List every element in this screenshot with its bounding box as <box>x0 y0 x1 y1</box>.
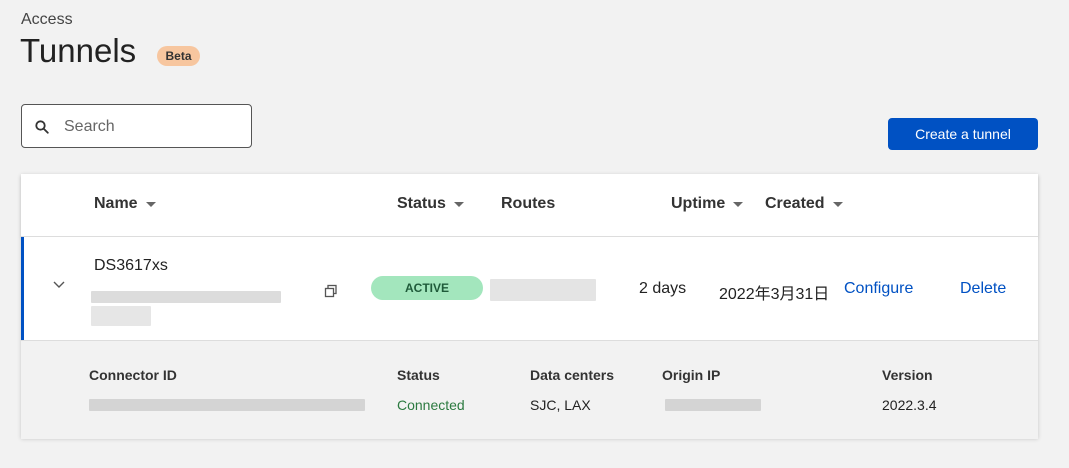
column-header-name-label: Name <box>94 195 138 212</box>
data-centers-value: SJC, LAX <box>530 397 591 413</box>
detail-header-origin-ip: Origin IP <box>662 367 721 383</box>
sort-caret-icon <box>145 201 156 207</box>
table-row[interactable]: DS3617xs ACTIVE 2 days 2022年3月31日 Config… <box>21 237 1038 340</box>
table-header: Name Status Routes Uptime Created <box>21 174 1038 237</box>
beta-badge: Beta <box>157 46 200 66</box>
search-input[interactable] <box>62 115 246 139</box>
column-header-created-label: Created <box>765 195 825 212</box>
copy-icon[interactable] <box>324 284 338 298</box>
delete-link[interactable]: Delete <box>960 280 1006 298</box>
sort-caret-icon <box>832 201 843 207</box>
sort-caret-icon <box>733 201 744 207</box>
sort-caret-icon <box>453 201 464 207</box>
detail-header-status: Status <box>397 367 440 383</box>
tunnel-name[interactable]: DS3617xs <box>94 257 168 275</box>
column-header-status[interactable]: Status <box>397 195 464 213</box>
column-header-uptime-label: Uptime <box>671 195 726 212</box>
created-value: 2022年3月31日 <box>719 286 830 303</box>
detail-header-data-centers: Data centers <box>530 367 615 383</box>
search-box[interactable] <box>21 104 252 148</box>
detail-header-version: Version <box>882 367 933 383</box>
create-tunnel-button[interactable]: Create a tunnel <box>888 118 1038 150</box>
uptime-value: 2 days <box>639 280 687 297</box>
column-header-routes-label: Routes <box>501 195 556 212</box>
connector-details-panel: Connector ID Status Data centers Origin … <box>21 340 1038 439</box>
connector-status-value: Connected <box>397 397 465 413</box>
page-title: Tunnels <box>20 32 137 69</box>
breadcrumb[interactable]: Access <box>21 11 73 29</box>
configure-link[interactable]: Configure <box>844 280 913 298</box>
status-badge: ACTIVE <box>371 276 483 300</box>
tunnels-table: Name Status Routes Uptime Created DS3617… <box>21 174 1038 439</box>
column-header-uptime[interactable]: Uptime <box>671 195 744 213</box>
column-header-name[interactable]: Name <box>94 195 156 213</box>
detail-header-connector-id: Connector ID <box>89 367 177 383</box>
column-header-created[interactable]: Created <box>765 195 843 213</box>
chevron-down-icon[interactable] <box>52 280 66 290</box>
column-header-status-label: Status <box>397 195 446 212</box>
column-header-routes: Routes <box>501 195 555 213</box>
version-value: 2022.3.4 <box>882 397 937 413</box>
search-icon <box>35 120 49 134</box>
